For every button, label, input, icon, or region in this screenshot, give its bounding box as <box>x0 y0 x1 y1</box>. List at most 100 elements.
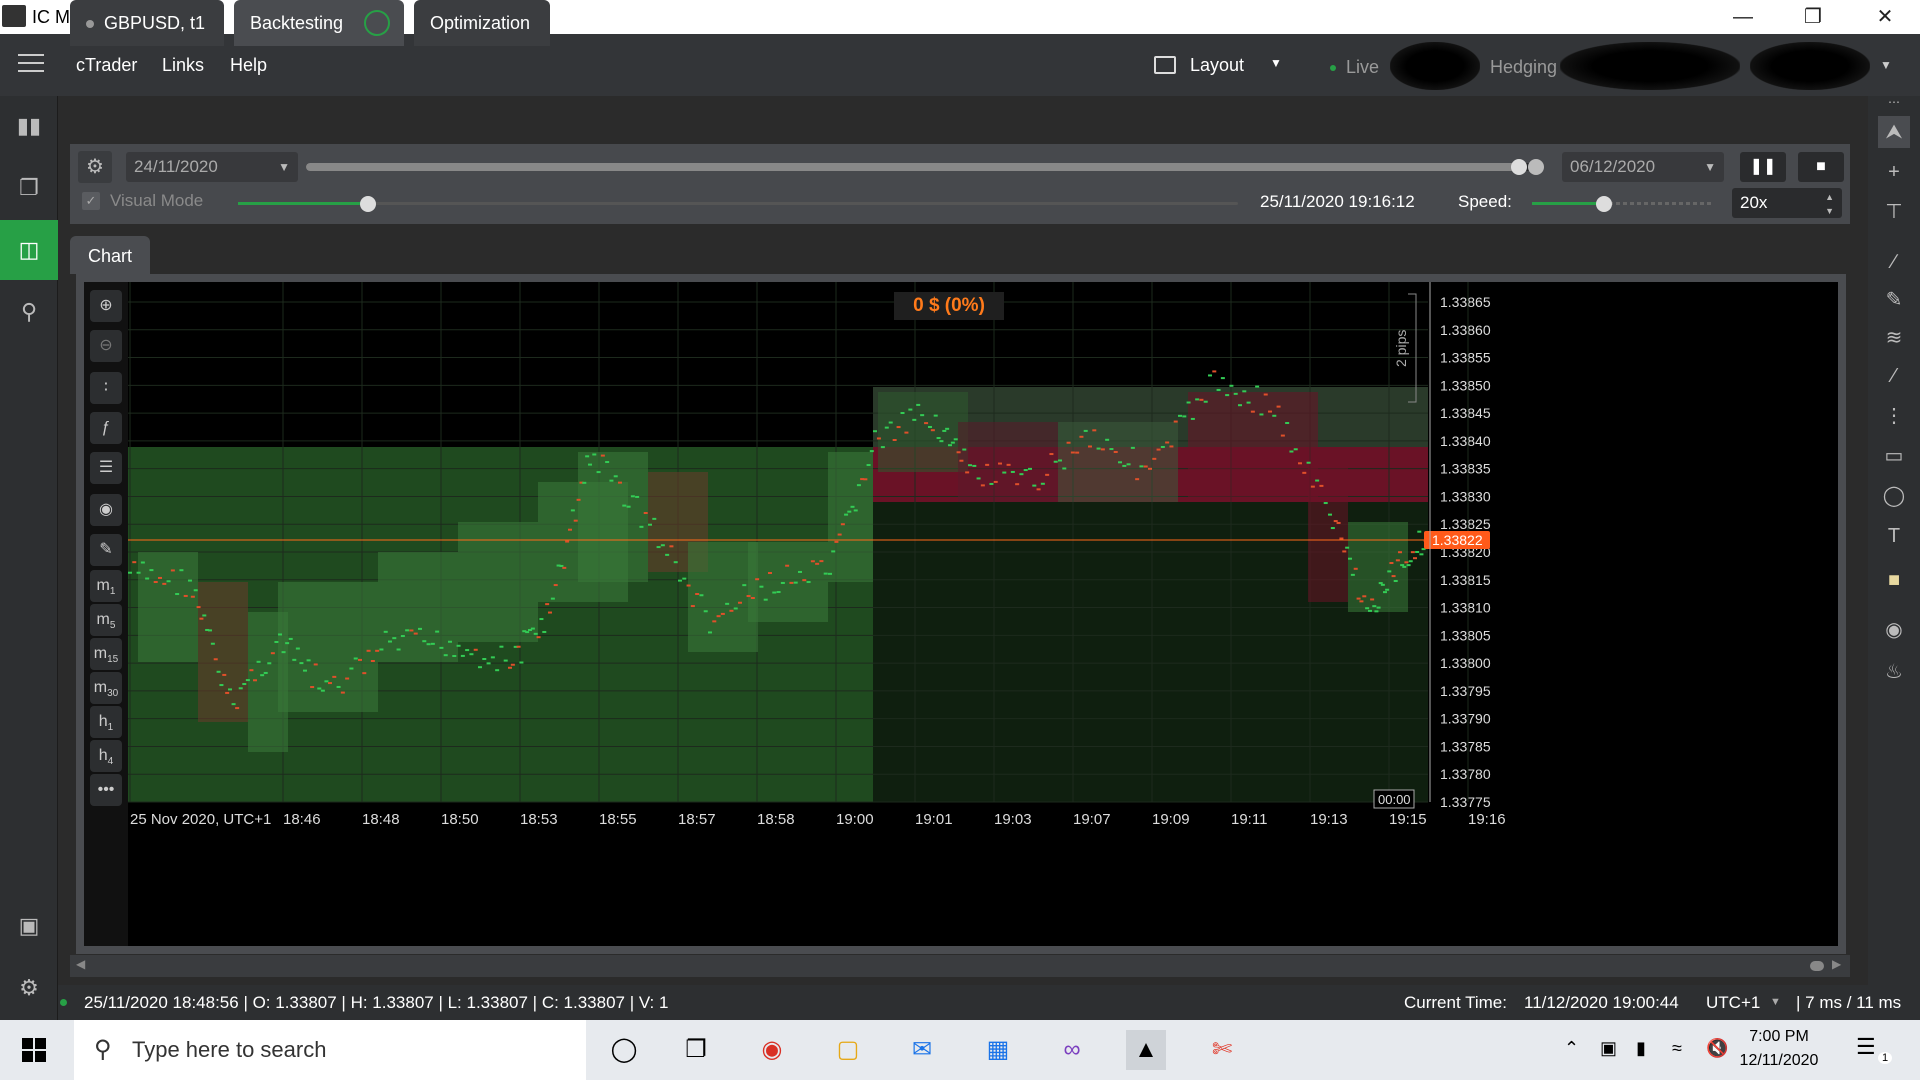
channel-icon[interactable]: ⁄ <box>1878 360 1910 392</box>
automate-icon[interactable]: ◫ <box>0 220 58 280</box>
tick-mark <box>158 576 162 579</box>
close-icon[interactable]: ✕ <box>1850 0 1920 34</box>
account-hedging-label[interactable]: Hedging <box>1490 57 1557 78</box>
timeframe-button[interactable]: m15 <box>90 638 122 670</box>
snip-tool-icon[interactable]: ✄ <box>1202 1030 1242 1070</box>
speed-stepper-icon[interactable]: ▲ ▼ <box>1825 190 1834 218</box>
timeframe-button[interactable]: m5 <box>90 604 122 636</box>
account-dropdown-icon[interactable]: ▼ <box>1880 58 1892 72</box>
hamburger-icon[interactable] <box>18 54 44 74</box>
analyze-icon[interactable]: ⚲ <box>0 282 58 342</box>
menu-help[interactable]: Help <box>230 55 267 76</box>
account-live-label[interactable]: Live <box>1346 57 1379 78</box>
speed-knob[interactable] <box>1596 196 1612 212</box>
layers-icon[interactable]: ☰ <box>90 452 122 484</box>
start-date-select[interactable]: 24/11/2020 ▼ <box>126 152 298 182</box>
backtest-settings-icon[interactable]: ⚙ <box>78 151 112 183</box>
menu-links[interactable]: Links <box>162 55 204 76</box>
zoom-out-icon[interactable]: ⊖ <box>90 330 122 362</box>
end-knob[interactable] <box>1528 159 1544 175</box>
timeframe-button[interactable]: h4 <box>90 740 122 772</box>
timeframe-button[interactable]: h1 <box>90 706 122 738</box>
price-chart[interactable]: 1.33865 1.33860 1.33855 1.33850 1.33845 1.338… <box>128 282 1838 946</box>
chevron-down-icon[interactable]: ▼ <box>1270 56 1282 70</box>
eye-icon[interactable]: ◉ <box>90 494 122 526</box>
copy-icon[interactable]: ❐ <box>0 158 58 218</box>
scroll-thumb[interactable] <box>1810 961 1824 971</box>
timezone-arrow-icon[interactable]: ▼ <box>1770 985 1781 1020</box>
stop-button[interactable]: ■ <box>1798 152 1844 182</box>
chart-settings-icon[interactable]: ✎ <box>90 534 122 566</box>
task-view-icon[interactable]: ❐ <box>676 1030 716 1070</box>
file-explorer-icon[interactable]: ▢ <box>828 1030 868 1070</box>
camera-icon[interactable]: ◉ <box>1878 614 1910 646</box>
ellipse-icon[interactable]: ◯ <box>1878 480 1910 512</box>
end-date-select[interactable]: 06/12/2020 ▼ <box>1562 152 1724 182</box>
fibonacci-icon[interactable]: ≋ <box>1878 322 1910 354</box>
speed-track[interactable] <box>1532 202 1712 205</box>
cortana-icon[interactable]: ◯ <box>604 1030 644 1070</box>
scroll-left-icon[interactable]: ◀ <box>76 957 85 971</box>
visual-speed-knob[interactable] <box>360 196 376 212</box>
notification-icon[interactable]: ☰ <box>1856 1034 1876 1060</box>
progress-knob[interactable] <box>1511 159 1528 175</box>
crosshair-icon[interactable]: + <box>1878 156 1910 188</box>
pause-button[interactable]: ❚❚ <box>1740 152 1786 182</box>
chrome-icon[interactable]: ◉ <box>752 1030 792 1070</box>
timeframe-button[interactable]: m1 <box>90 570 122 602</box>
more-icon[interactable]: ••• <box>90 774 122 806</box>
taskbar-search-box[interactable]: ⚲ Type here to search <box>74 1020 586 1080</box>
trade-icon[interactable]: ▮▮ <box>0 96 58 156</box>
mail-icon[interactable]: ✉ <box>902 1030 942 1070</box>
settings-gear-icon[interactable]: ⚙ <box>0 958 58 1018</box>
briefcase-icon[interactable]: ▣ <box>0 896 58 956</box>
visual-speed-track[interactable] <box>238 202 1238 205</box>
clock-date[interactable]: 12/11/2020 <box>1736 1052 1822 1070</box>
layout-button[interactable]: Layout <box>1190 55 1244 76</box>
visual-studio-icon[interactable]: ∞ <box>1052 1030 1092 1070</box>
minimize-icon[interactable]: — <box>1708 0 1778 34</box>
wifi-icon[interactable]: ≈ <box>1672 1038 1682 1059</box>
grid-lines-icon[interactable]: ⋮ <box>1878 400 1910 432</box>
tick-mark <box>170 569 175 572</box>
windows-start-icon[interactable] <box>22 1038 46 1062</box>
tick-mark <box>1289 450 1294 453</box>
calculator-icon[interactable]: ▦ <box>978 1030 1018 1070</box>
battery-icon[interactable]: ▮ <box>1636 1038 1646 1059</box>
grip-icon[interactable]: ⋯ <box>1878 96 1910 108</box>
ctrader-taskbar-icon[interactable]: ▲ <box>1126 1030 1166 1070</box>
alert-bell-icon[interactable]: ♨ <box>1878 656 1910 688</box>
timeframe-button[interactable]: m30 <box>90 672 122 704</box>
visual-mode-checkbox[interactable]: ✓ <box>82 192 100 210</box>
tick-mark <box>1298 462 1302 465</box>
scroll-right-icon[interactable]: ▶ <box>1832 957 1841 971</box>
tab-backtesting[interactable]: Backtesting <box>234 0 404 46</box>
chart-area[interactable]: ⊕ ⊖ ∶ ƒ ☰ ◉ ✎ m1 m5 m15 m30 h1 h4 ••• 1.33865… <box>76 274 1846 954</box>
tray-chevron-icon[interactable]: ⌃ <box>1564 1038 1579 1059</box>
timezone-select[interactable]: UTC+1 <box>1706 985 1760 1020</box>
layout-icon[interactable] <box>1154 56 1176 74</box>
speed-input[interactable]: 20x ▲ ▼ <box>1732 188 1842 218</box>
note-icon[interactable]: ■ <box>1878 564 1910 596</box>
clock-time[interactable]: 7:00 PM <box>1744 1028 1814 1046</box>
chart-type-icon[interactable]: ∶ <box>90 372 122 404</box>
chart-tab[interactable]: Chart <box>70 236 150 274</box>
pen-icon[interactable]: ✎ <box>1878 284 1910 316</box>
backtest-progress-track[interactable] <box>306 163 1544 171</box>
zoom-in-icon[interactable]: ⊕ <box>90 290 122 322</box>
restore-icon[interactable]: ❐ <box>1778 0 1848 34</box>
tick-mark <box>245 679 250 682</box>
chart-scrollbar[interactable]: ◀ ▶ <box>70 955 1850 977</box>
volume-mute-icon[interactable]: 🔇 <box>1706 1038 1728 1059</box>
text-icon[interactable]: T <box>1878 520 1910 552</box>
cursor-icon[interactable]: ⮝ <box>1878 116 1910 148</box>
measure-icon[interactable]: ⊤ <box>1878 196 1910 228</box>
tick-mark <box>426 643 431 646</box>
line-icon[interactable]: ∕ <box>1878 246 1910 278</box>
menu-ctrader[interactable]: cTrader <box>76 55 137 76</box>
indicators-icon[interactable]: ƒ <box>90 412 122 444</box>
tray-device-icon[interactable]: ▣ <box>1600 1038 1617 1059</box>
tab-symbol[interactable]: GBPUSD, t1 <box>70 0 224 46</box>
rectangle-icon[interactable]: ▭ <box>1878 440 1910 472</box>
tab-optimization[interactable]: Optimization <box>414 0 550 46</box>
